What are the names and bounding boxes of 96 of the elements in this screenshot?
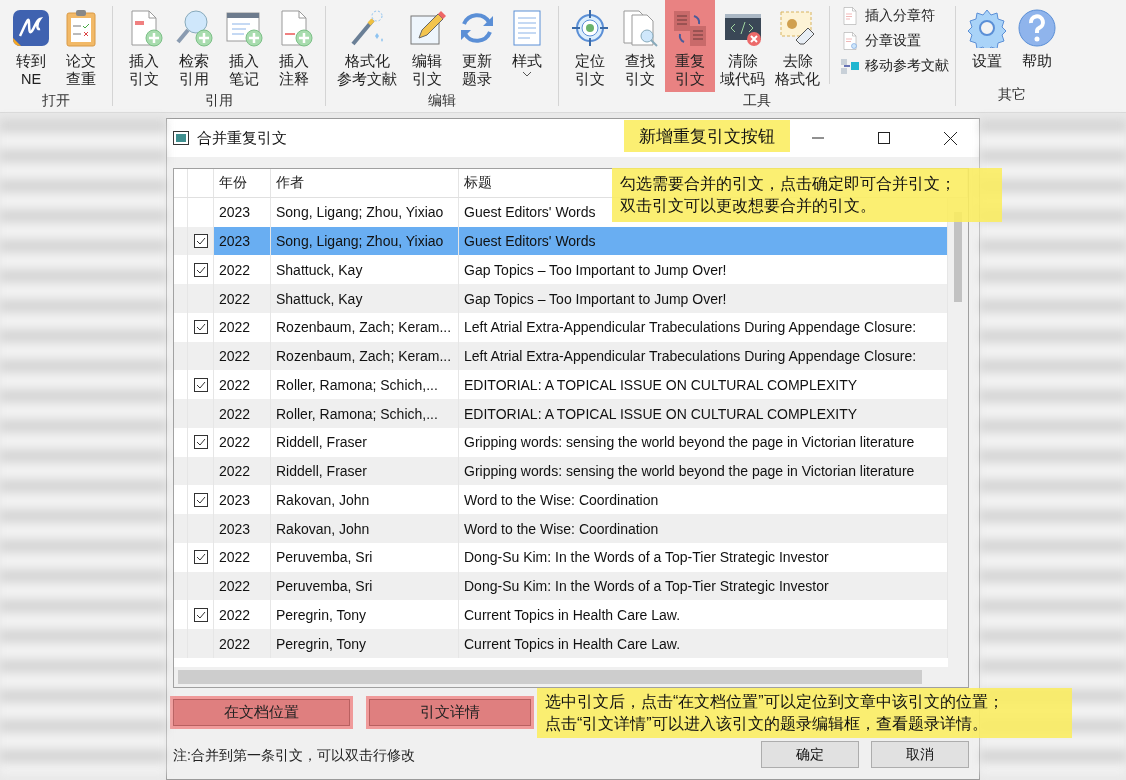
year-cell: 2022 <box>214 571 271 601</box>
table-row[interactable]: 2023 Rakovan, John Word to the Wise: Coordination <box>174 514 948 543</box>
ribbon-button[interactable]: 转到 NE <box>6 0 56 92</box>
annotation-text: 双击引文可以更改想要合并的引文。 <box>620 196 876 216</box>
ribbon-button[interactable]: 编辑 引文 <box>402 0 452 92</box>
author-cell: Riddell, Fraser <box>271 427 459 457</box>
note-text: 注:合并到第一条引文，可以双击行修改 <box>173 747 415 765</box>
action-button[interactable]: 在文档位置 <box>170 696 353 729</box>
year-cell: 2022 <box>214 427 271 457</box>
group-label: 打开 <box>42 92 70 110</box>
year-cell: 2022 <box>214 456 271 486</box>
title-cell: Guest Editors' Words <box>459 226 948 256</box>
annotation-text: 新增重复引文按钮 <box>639 125 775 148</box>
search-icon <box>174 8 214 48</box>
dialog-button[interactable]: 确定 <box>761 741 859 768</box>
author-cell: Riddell, Fraser <box>271 456 459 486</box>
year-cell: 2022 <box>214 284 271 313</box>
ribbon-button[interactable]: 样式 <box>502 0 552 81</box>
group-label: 其它 <box>998 86 1026 104</box>
author-cell: Peruvemba, Sri <box>271 571 459 601</box>
annotation-text: 勾选需要合并的引文，点击确定即可合并引文； <box>620 174 956 194</box>
author-cell: Rozenbaum, Zach; Keram... <box>271 341 459 371</box>
help-icon <box>1017 8 1057 48</box>
table-row[interactable]: 2022 Peregrin, Tony Current Topics in Health Care Law. <box>174 629 948 658</box>
ribbon-button[interactable]: 更新 题录 <box>452 0 502 92</box>
section-break-icon <box>840 6 860 26</box>
checkbox[interactable] <box>193 492 208 507</box>
author-cell: Song, Ligang; Zhou, Yixiao <box>271 226 459 256</box>
ribbon-button[interactable]: 重复 引文 <box>665 0 715 92</box>
author-cell: Shattuck, Kay <box>271 284 459 313</box>
ribbon-button[interactable]: 查找 引文 <box>615 0 665 92</box>
checkbox[interactable] <box>193 262 208 277</box>
author-cell: Peruvemba, Sri <box>271 542 459 572</box>
close-icon <box>943 131 957 145</box>
checkbox[interactable] <box>193 550 208 565</box>
window-title: 合并重复引文 <box>197 128 287 148</box>
ribbon-button[interactable]: 设置 <box>962 0 1012 74</box>
checkbox[interactable] <box>193 234 208 249</box>
minimize-icon <box>812 137 824 139</box>
checkbox[interactable] <box>193 607 208 622</box>
checkbox[interactable] <box>193 320 208 335</box>
pencil-icon <box>407 8 447 48</box>
year-cell: 2022 <box>214 341 271 371</box>
year-cell: 2022 <box>214 312 271 342</box>
settings-icon <box>967 8 1007 48</box>
year-cell: 2022 <box>214 629 271 658</box>
action-button[interactable]: 引文详情 <box>366 696 534 729</box>
group-label: 工具 <box>743 92 771 110</box>
author-cell: Rozenbaum, Zach; Keram... <box>271 312 459 342</box>
ribbon-small-button[interactable]: 插入分章符 <box>840 6 949 26</box>
table-row[interactable]: 2022 Riddell, Fraser Gripping words: sensing the world beyond the page in Victorian literature <box>174 427 948 457</box>
ribbon-button[interactable]: 检索 引用 <box>169 0 219 92</box>
year-cell: 2023 <box>214 226 271 256</box>
move-blocks-icon <box>840 56 860 76</box>
group-label: 编辑 <box>428 92 456 110</box>
table-row[interactable]: 2022 Rozenbaum, Zach; Keram... Left Atrial Extra-Appendicular Trabeculations During Appendage Closure: <box>174 341 948 371</box>
app-icon <box>173 131 189 145</box>
table-row[interactable]: 2022 Riddell, Fraser Gripping words: sensing the world beyond the page in Victorian literature <box>174 456 948 486</box>
logo-icon <box>11 8 51 48</box>
ribbon-button[interactable]: 插入 注释 <box>269 0 319 92</box>
ribbon-small-button[interactable]: 移动参考文献 <box>840 56 949 76</box>
ribbon-small-button[interactable]: 分章设置 <box>840 31 949 51</box>
checkbox[interactable] <box>193 435 208 450</box>
group-label: 引用 <box>205 92 233 110</box>
maximize-icon <box>878 132 890 144</box>
ribbon-button[interactable]: 清除 域代码 <box>715 0 770 92</box>
ribbon-button[interactable]: 帮助 <box>1012 0 1062 74</box>
year-cell: 2022 <box>214 399 271 428</box>
table-row[interactable]: 2022 Roller, Ramona; Schich,... EDITORIAL: A TOPICAL ISSUE ON CULTURAL COMPLEXITY <box>174 399 948 428</box>
ribbon-button[interactable]: 格式化 参考文献 <box>332 0 402 92</box>
document-search-icon <box>620 8 660 48</box>
table-row[interactable]: 2022 Peruvemba, Sri Dong-Su Kim: In the Words of a Top-Tier Strategic Investor <box>174 571 948 601</box>
ribbon-button[interactable]: 论文 查重 <box>56 0 106 92</box>
annotation-text: 选中引文后，点击“在文档位置”可以定位到文章中该引文的位置； <box>545 692 1004 712</box>
author-cell: Rakovan, John <box>271 514 459 543</box>
column-header[interactable]: 年份 <box>214 169 271 197</box>
year-cell: 2023 <box>214 197 271 227</box>
section-settings-icon <box>840 31 860 51</box>
checkbox[interactable] <box>193 377 208 392</box>
target-icon <box>570 8 610 48</box>
year-cell: 2023 <box>214 514 271 543</box>
author-cell: Roller, Ramona; Schich,... <box>271 399 459 428</box>
dialog-button[interactable]: 取消 <box>871 741 969 768</box>
ribbon-button[interactable]: 插入 引文 <box>119 0 169 92</box>
annotation-text: 点击“引文详情”可以进入该引文的题录编辑框，查看题录详情。 <box>545 714 988 734</box>
year-cell: 2022 <box>214 542 271 572</box>
table-row[interactable]: 2022 Shattuck, Kay Gap Topics – Too Important to Jump Over! <box>174 284 948 313</box>
table-row[interactable]: 2022 Rozenbaum, Zach; Keram... Left Atrial Extra-Appendicular Trabeculations During Appendage Closure: <box>174 312 948 342</box>
ribbon-button[interactable]: 插入 笔记 <box>219 0 269 92</box>
author-cell: Song, Ligang; Zhou, Yixiao <box>271 197 459 227</box>
table-row[interactable]: 2023 Song, Ligang; Zhou, Yixiao Guest Editors' Words <box>174 226 948 256</box>
ribbon-button[interactable]: 定位 引文 <box>565 0 615 92</box>
author-cell: Peregrin, Tony <box>271 629 459 658</box>
column-header[interactable]: 作者 <box>271 169 459 197</box>
table-row[interactable]: 2022 Peruvemba, Sri Dong-Su Kim: In the Words of a Top-Tier Strategic Investor <box>174 542 948 572</box>
ribbon-button[interactable]: 去除 格式化 <box>770 0 825 92</box>
